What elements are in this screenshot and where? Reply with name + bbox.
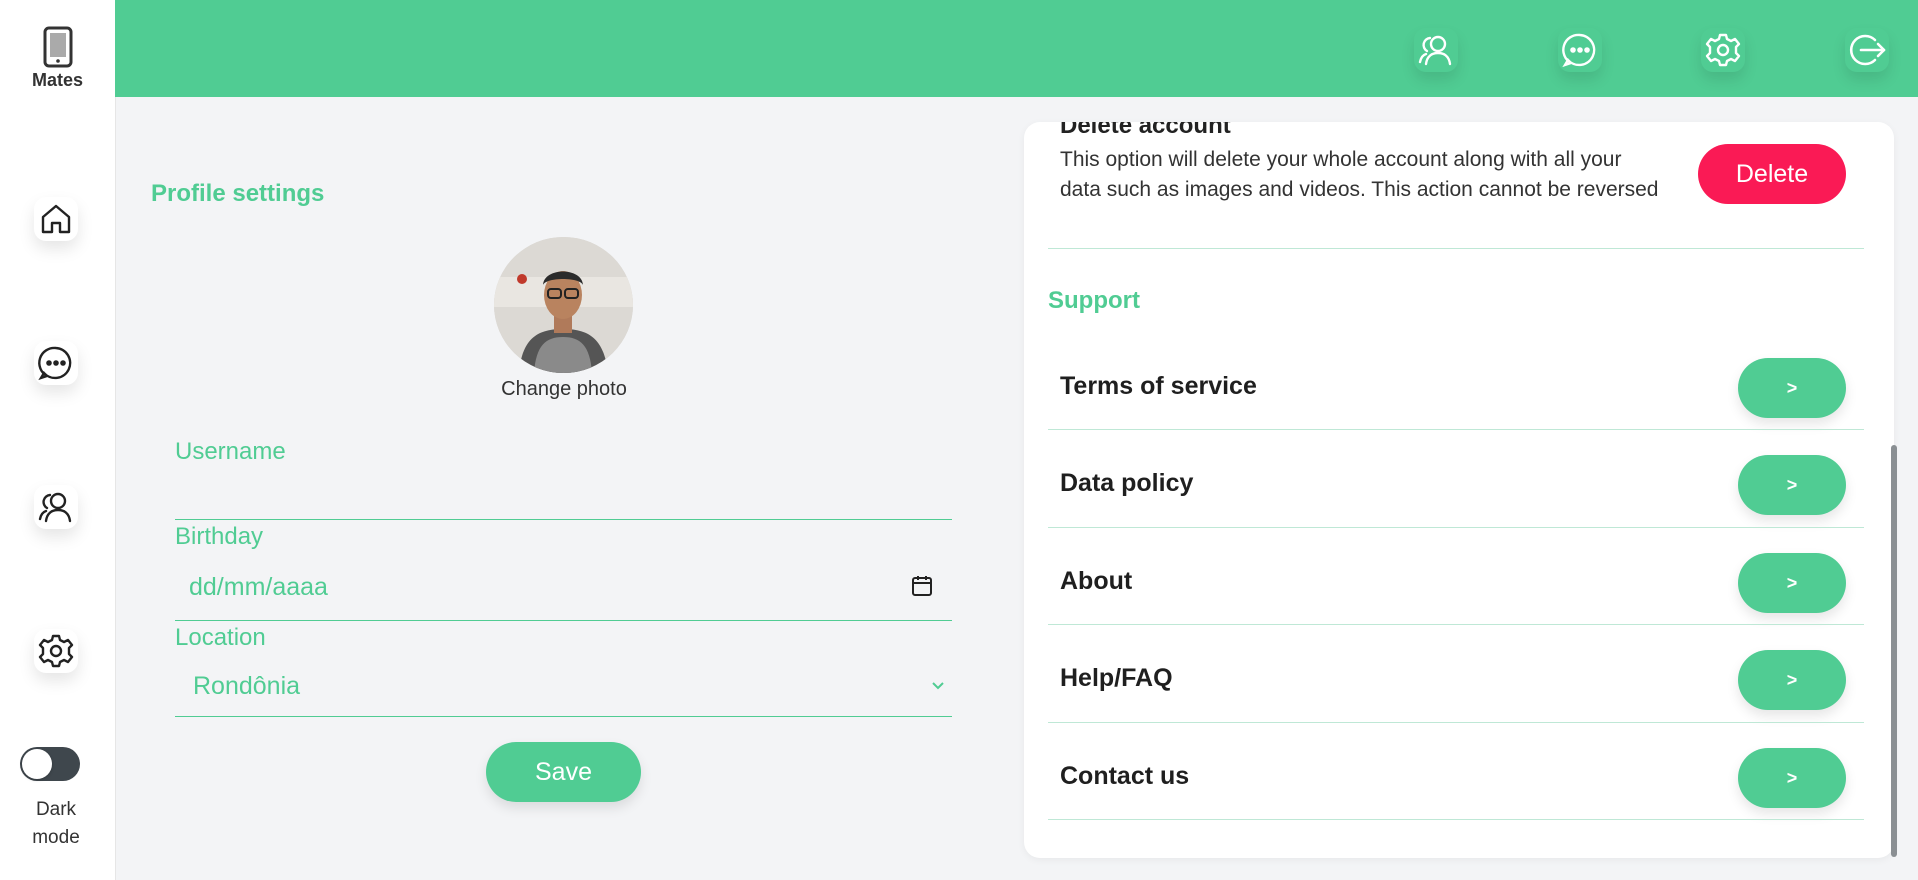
sidebar-item-home[interactable]: [34, 197, 78, 241]
save-button[interactable]: Save: [486, 742, 641, 802]
location-select[interactable]: Rondônia: [175, 662, 952, 712]
profile-settings-title: Profile settings: [151, 180, 325, 207]
divider: [1048, 248, 1864, 249]
logout-icon: [1849, 34, 1886, 66]
support-title: Support: [1048, 287, 1140, 314]
home-icon: [41, 204, 71, 234]
chevron-down-icon: [932, 682, 944, 690]
birthday-label: Birthday: [175, 523, 264, 550]
chat-icon: [1562, 33, 1596, 68]
delete-account-title: Delete account: [1060, 122, 1231, 139]
birthday-input[interactable]: [175, 567, 952, 607]
help-faq-button[interactable]: >: [1738, 650, 1846, 710]
settings-icon: [38, 634, 74, 668]
top-friends-button[interactable]: [1414, 28, 1458, 72]
data-policy-button[interactable]: >: [1738, 455, 1846, 515]
divider: [1048, 429, 1864, 430]
change-photo-link[interactable]: Change photo: [450, 378, 678, 401]
chevron-right-icon: >: [1786, 669, 1798, 690]
divider: [1048, 624, 1864, 625]
support-item-terms-label: Terms of service: [1060, 372, 1257, 400]
top-logout-button[interactable]: [1845, 28, 1889, 72]
top-bar: [115, 0, 1918, 97]
phone-icon: [43, 26, 72, 68]
chat-icon: [38, 346, 72, 381]
chevron-right-icon: >: [1786, 767, 1798, 788]
support-item-help-label: Help/FAQ: [1060, 664, 1173, 692]
calendar-icon[interactable]: [910, 574, 934, 598]
sidebar-item-settings[interactable]: [34, 629, 78, 673]
support-item-about-label: About: [1060, 567, 1133, 595]
divider: [1048, 722, 1864, 723]
support-item-contact-label: Contact us: [1060, 762, 1190, 790]
terms-of-service-button[interactable]: >: [1738, 358, 1846, 418]
contact-us-button[interactable]: >: [1738, 748, 1846, 808]
birthday-underline: [175, 620, 952, 621]
sidebar-item-messages[interactable]: [34, 341, 78, 385]
dark-mode-label: Dark mode: [32, 799, 80, 848]
divider: [1048, 527, 1864, 528]
settings-icon: [1705, 33, 1741, 67]
sidebar: Mates Dark mode: [0, 0, 116, 880]
avatar[interactable]: [494, 237, 633, 373]
about-button[interactable]: >: [1738, 553, 1846, 613]
location-underline: [175, 716, 952, 717]
delete-account-button[interactable]: Delete: [1698, 144, 1846, 204]
chevron-right-icon: >: [1786, 474, 1798, 495]
username-input[interactable]: [175, 476, 952, 516]
delete-account-description: This option will delete your whole accou…: [1060, 148, 1659, 201]
app-logo[interactable]: Mates: [0, 26, 115, 91]
sidebar-item-friends[interactable]: [34, 485, 78, 529]
chevron-right-icon: >: [1786, 377, 1798, 398]
username-label: Username: [175, 438, 286, 465]
settings-panel: Delete account This option will delete y…: [1024, 122, 1894, 858]
toggle-knob: [22, 749, 52, 779]
dark-mode-toggle[interactable]: [20, 747, 80, 781]
panel-scrollbar[interactable]: [1891, 445, 1897, 857]
users-icon: [1418, 35, 1452, 66]
support-item-data-policy-label: Data policy: [1060, 469, 1194, 497]
app-name: Mates: [31, 70, 84, 90]
location-label: Location: [175, 624, 266, 651]
profile-photo: [494, 237, 633, 373]
top-settings-button[interactable]: [1701, 28, 1745, 72]
username-underline: [175, 519, 952, 520]
top-messages-button[interactable]: [1558, 28, 1602, 72]
chevron-right-icon: >: [1786, 572, 1798, 593]
location-value: Rondônia: [193, 672, 301, 700]
divider: [1048, 819, 1864, 820]
users-icon: [38, 492, 72, 523]
